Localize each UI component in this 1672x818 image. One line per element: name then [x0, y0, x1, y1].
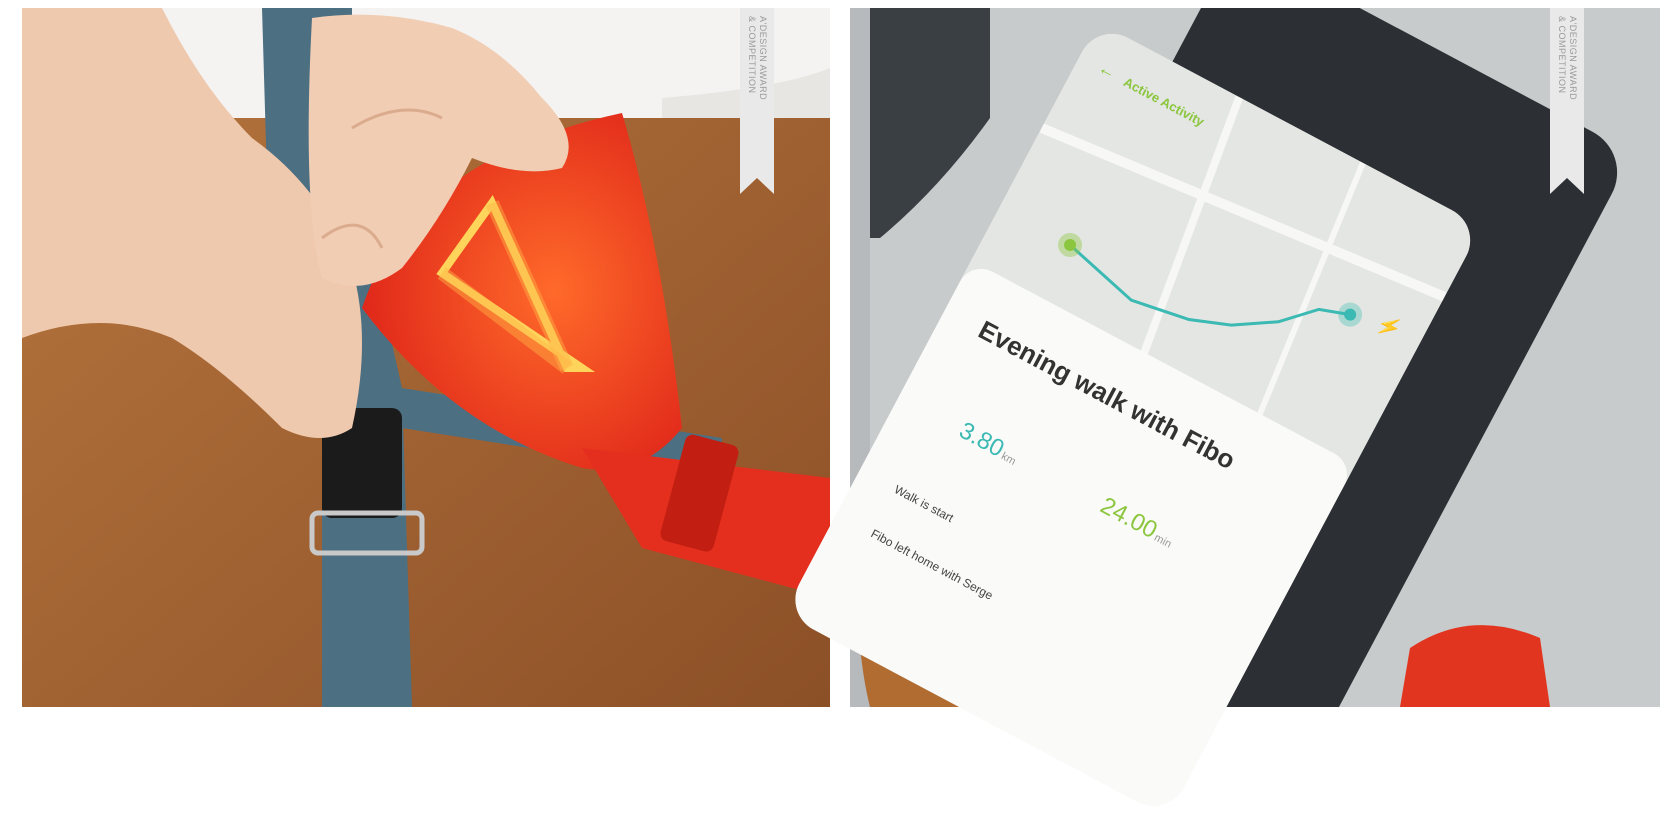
award-badge-left: A'DESIGN AWARD & COMPETITION: [740, 8, 774, 194]
distance-unit: km: [999, 450, 1018, 468]
timeline-text: Walk is start: [892, 482, 956, 526]
award-badge-text: A'DESIGN AWARD & COMPETITION: [747, 16, 768, 101]
timeline-text: Fibo left home with Serge: [868, 526, 996, 603]
award-badge-text: A'DESIGN AWARD & COMPETITION: [1557, 16, 1578, 101]
distance-value: 3.80: [954, 416, 1009, 463]
award-badge-right: A'DESIGN AWARD & COMPETITION: [1550, 8, 1584, 194]
timeline-item[interactable]: Fibo left home with Serge: [869, 526, 996, 602]
distance-stat: 3.80km: [954, 417, 1023, 471]
time-unit: min: [1152, 531, 1174, 551]
harness-photo-illustration: [22, 8, 830, 707]
time-stat: 24.00min: [1095, 492, 1179, 554]
harness-photo: A'DESIGN AWARD & COMPETITION: [22, 8, 830, 707]
time-value: 24.00: [1095, 491, 1162, 545]
timeline-item[interactable]: Walk is start: [892, 482, 956, 525]
